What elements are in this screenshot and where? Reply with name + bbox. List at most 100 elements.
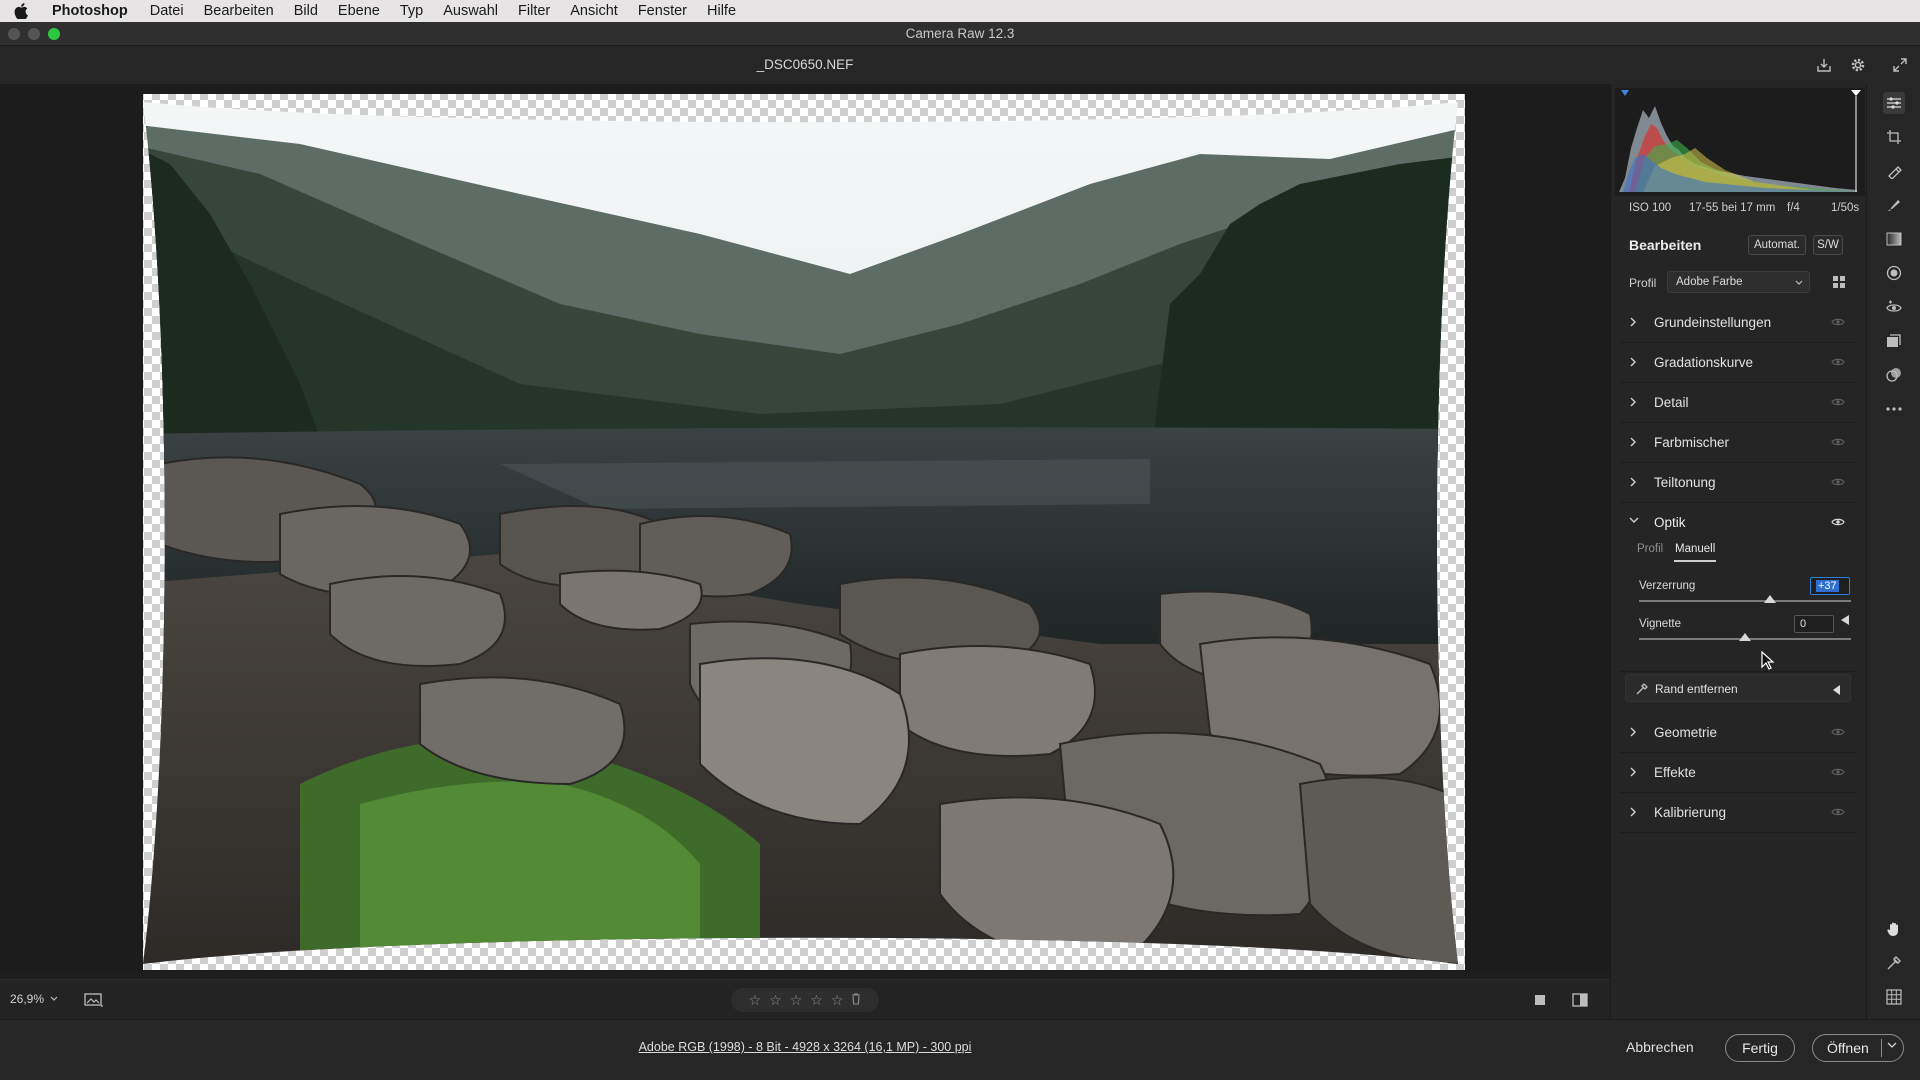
workflow-options-link[interactable]: Adobe RGB (1998) - 8 Bit - 4928 x 3264 (… (0, 1040, 1610, 1054)
image-options-icon[interactable] (84, 990, 104, 1010)
eye-icon[interactable] (1831, 437, 1845, 447)
vignette-value-input[interactable]: 0 (1794, 615, 1834, 633)
defringe-eyedropper-icon[interactable] (1635, 682, 1649, 696)
auto-button[interactable]: Automat. (1748, 235, 1806, 255)
done-button[interactable]: Fertig (1725, 1034, 1795, 1062)
chevron-down-icon (50, 996, 58, 1001)
histogram (1615, 88, 1865, 196)
star-rating[interactable]: ☆ ☆ ☆ ☆ ☆ (731, 988, 879, 1012)
section-label: Detail (1654, 395, 1689, 410)
radial-filter-icon[interactable] (1883, 262, 1905, 284)
profile-browser-grid-icon[interactable] (1832, 275, 1846, 292)
grid-overlay-icon[interactable] (1883, 986, 1905, 1008)
star-icon[interactable]: ☆ (769, 992, 782, 1009)
distortion-slider[interactable] (1639, 600, 1851, 602)
fullscreen-icon[interactable] (1890, 55, 1910, 75)
tab-manuell[interactable]: Manuell (1675, 543, 1715, 555)
profile-select[interactable]: Adobe Farbe (1667, 271, 1810, 293)
distortion-value: +37 (1816, 580, 1839, 592)
mouse-pointer-icon (1761, 651, 1775, 670)
menu-datei[interactable]: Datei (140, 0, 194, 22)
section-teiltonung[interactable]: Teiltonung (1619, 464, 1857, 503)
more-options-icon[interactable] (1883, 398, 1905, 420)
menu-bild[interactable]: Bild (284, 0, 328, 22)
window-title: Camera Raw 12.3 (905, 26, 1015, 41)
section-farbmischer[interactable]: Farbmischer (1619, 424, 1857, 463)
open-button-separator (1881, 1039, 1882, 1057)
eye-icon[interactable] (1831, 807, 1845, 817)
before-after-icon[interactable] (1570, 990, 1590, 1010)
graduated-filter-icon[interactable] (1883, 228, 1905, 250)
eyedropper-icon[interactable] (1883, 952, 1905, 974)
defringe-row[interactable]: Rand entfernen (1625, 674, 1851, 702)
open-button[interactable]: Öffnen (1812, 1034, 1904, 1062)
menu-auswahl[interactable]: Auswahl (433, 0, 508, 22)
section-label: Gradationskurve (1654, 355, 1754, 370)
section-optik-title[interactable]: Optik (1654, 515, 1686, 530)
expand-triangle-icon[interactable] (1833, 684, 1841, 698)
star-icon[interactable]: ☆ (810, 992, 823, 1009)
distortion-slider-thumb[interactable] (1764, 595, 1777, 603)
file-bar: _DSC0650.NEF (0, 46, 1920, 84)
chevron-down-icon[interactable] (1629, 516, 1639, 524)
presets-icon[interactable] (1883, 364, 1905, 386)
eye-icon[interactable] (1831, 767, 1845, 777)
gear-icon[interactable] (1848, 55, 1868, 75)
eye-icon[interactable] (1831, 477, 1845, 487)
menu-typ[interactable]: Typ (390, 0, 433, 22)
eye-icon[interactable] (1831, 517, 1845, 527)
zoom-selector[interactable]: 26,9% (10, 992, 58, 1006)
cancel-button[interactable]: Abbrechen (1626, 1039, 1694, 1055)
hand-icon[interactable] (1883, 918, 1905, 940)
snapshots-icon[interactable] (1883, 330, 1905, 352)
distortion-value-input[interactable]: +37 (1810, 577, 1850, 595)
menu-fenster[interactable]: Fenster (628, 0, 697, 22)
red-eye-icon[interactable] (1883, 296, 1905, 318)
star-icon[interactable]: ☆ (831, 992, 844, 1009)
chevron-down-icon[interactable] (1887, 1041, 1897, 1049)
menu-ebene[interactable]: Ebene (328, 0, 390, 22)
section-geometrie[interactable]: Geometrie (1619, 714, 1857, 753)
star-icon[interactable]: ☆ (790, 992, 803, 1009)
edit-panel: ISO 100 17-55 bei 17 mm f/4 1/50s Bearbe… (1610, 84, 1866, 1019)
edit-sliders-icon[interactable] (1883, 92, 1905, 114)
menu-app-name[interactable]: Photoshop (44, 3, 140, 19)
adjustment-brush-icon[interactable] (1883, 194, 1905, 216)
image-canvas[interactable] (0, 84, 1610, 972)
menu-bearbeiten[interactable]: Bearbeiten (194, 0, 284, 22)
defringe-label: Rand entfernen (1655, 682, 1738, 696)
eye-icon[interactable] (1831, 727, 1845, 737)
eye-icon[interactable] (1831, 357, 1845, 367)
photo-preview[interactable] (0, 84, 1610, 972)
section-effekte[interactable]: Effekte (1619, 754, 1857, 793)
export-icon[interactable] (1814, 55, 1834, 75)
eye-icon[interactable] (1831, 397, 1845, 407)
menu-ansicht[interactable]: Ansicht (560, 0, 628, 22)
section-label: Kalibrierung (1654, 805, 1727, 820)
exif-aperture: f/4 (1787, 202, 1800, 214)
exif-iso: ISO 100 (1629, 202, 1672, 214)
bw-button[interactable]: S/W (1813, 235, 1843, 255)
healing-brush-icon[interactable] (1883, 160, 1905, 182)
trash-icon[interactable] (851, 992, 861, 1008)
menu-filter[interactable]: Filter (508, 0, 560, 22)
single-view-icon[interactable] (1530, 990, 1550, 1010)
apple-icon[interactable] (14, 3, 44, 19)
chevron-down-icon (1795, 273, 1803, 293)
crop-icon[interactable] (1883, 126, 1905, 148)
profile-label: Profil (1629, 276, 1657, 290)
star-icon[interactable]: ☆ (749, 992, 762, 1009)
vignette-reset-icon[interactable] (1841, 615, 1849, 625)
section-grundeinstellungen[interactable]: Grundeinstellungen (1619, 304, 1857, 343)
section-gradationskurve[interactable]: Gradationskurve (1619, 344, 1857, 383)
eye-icon[interactable] (1831, 317, 1845, 327)
open-button-label: Öffnen (1827, 1040, 1869, 1056)
section-kalibrierung[interactable]: Kalibrierung (1619, 794, 1857, 833)
section-label: Teiltonung (1654, 475, 1716, 490)
section-label: Geometrie (1654, 725, 1718, 740)
vignette-slider-thumb[interactable] (1739, 633, 1751, 641)
menu-hilfe[interactable]: Hilfe (697, 0, 746, 22)
tab-profil[interactable]: Profil (1637, 543, 1663, 555)
vignette-label: Vignette (1639, 618, 1681, 630)
section-detail[interactable]: Detail (1619, 384, 1857, 423)
